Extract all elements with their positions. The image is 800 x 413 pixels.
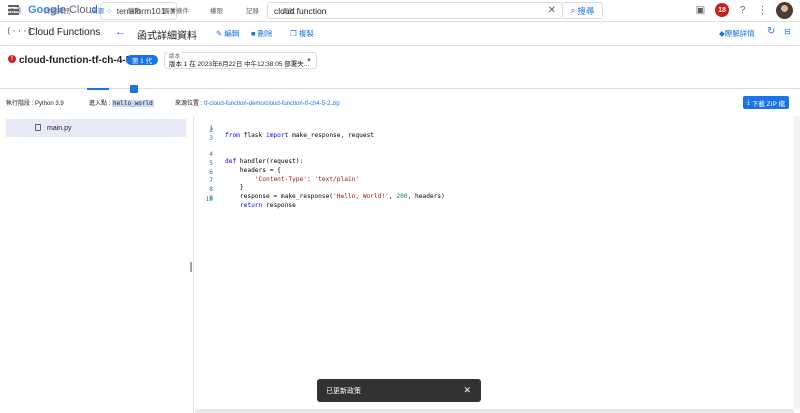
copy-label: 複製 [298,29,314,38]
list-item[interactable] [6,119,186,137]
tab-permissions[interactable]: 權限 [210,5,223,15]
runtime-value: Python 3.9 [35,101,64,107]
generation-badge: 第 1 代 [126,55,158,65]
edit-label: 編輯 [224,29,240,38]
edit-button[interactable]: ✎ 編輯 [216,28,239,39]
tab-variables[interactable]: 變數 [128,5,141,15]
file-name[interactable]: main.py [47,125,72,132]
notifications-badge[interactable]: 18 [715,3,729,17]
code-line: 6 'Content-Type': 'text/plain' [195,162,785,183]
learn-label: 瞭解詳情 [724,29,755,38]
line-number: 2 [209,126,213,134]
refresh-icon[interactable]: ↻ [767,26,775,37]
section-title[interactable]: Cloud Functions [28,27,100,38]
runtime-label: 執行階段 : [6,101,34,107]
project-name: terraform101 [116,6,166,16]
tab-source[interactable]: 來源 [91,5,104,15]
entry-label: 進入點 : [89,101,111,107]
help-icon[interactable]: ? [736,4,749,17]
project-icon: ⁘ [106,6,113,16]
entry-value: hello_world [112,100,154,107]
tab-logs[interactable]: 記錄 [246,5,259,15]
active-tab-indicator [87,88,109,90]
learn-more-button[interactable]: ◆瞭解詳情 [719,28,755,39]
close-icon[interactable]: ✕ [463,385,471,396]
cloud-shell-icon[interactable]: ▣ [694,4,707,17]
function-name: cloud-function-tf-ch-4-5-2 [19,55,141,66]
pin-icon[interactable]: ⊟ [784,27,791,36]
tab-testing[interactable]: 測試 [282,5,295,15]
trash-icon: ■ [251,29,256,38]
version-select[interactable]: 版本 版本 1 在 2023年6月22日 中午12:38:05 部署失... ▼ [164,52,317,69]
vertical-scrollbar[interactable] [794,116,800,409]
tab-metrics[interactable]: 指標 [8,5,21,15]
code-line: 1 from flask import make_response, reque… [195,118,785,139]
horizontal-scrollbar[interactable] [195,409,794,413]
code-editor[interactable]: 1 from flask import make_response, reque… [195,116,800,409]
file-icon [35,124,41,131]
download-icon: ⤓ [747,98,750,106]
line-number: 10 [205,196,213,204]
source-info: 來源位置 : tf-cloud-function-demo/cloud-func… [175,98,340,107]
translate-icon [130,85,138,93]
pencil-icon: ✎ [216,29,223,38]
code-line: 10 [195,196,785,205]
delete-button[interactable]: ■ 刪除 [251,28,273,39]
snackbar-message: 已更新政策 [326,387,361,395]
clear-icon[interactable]: ✕ [548,5,556,16]
error-icon: ! [8,55,16,63]
runtime-info: 執行階段 : Python 3.9 [6,98,64,107]
code-line: 5 headers = { [195,153,785,174]
copy-button[interactable]: ❐ 複製 [290,28,314,39]
back-arrow-icon[interactable]: ← [115,26,126,38]
tab-details[interactable]: 詳細資訊 [44,5,70,15]
entry-point-info: 進入點 : hello_world [89,98,154,107]
search-button-label: 搜尋 [577,5,595,16]
more-vert-icon[interactable]: ⋮ [756,4,769,17]
line-number: 3 [209,135,213,143]
version-value: 版本 1 在 2023年6月22日 中午12:38:05 部署失... [169,61,310,68]
resize-handle[interactable] [190,262,192,272]
code-line: 9 return response [195,188,785,209]
code-line: 4 def handler(request): [195,144,785,165]
source-link[interactable]: tf-cloud-function-demo/cloud-function-tf… [204,101,340,107]
search-button[interactable]: ⌕ 搜尋 [563,2,603,19]
copy-icon: ❐ [290,29,297,38]
file-explorer [0,116,194,413]
chevron-down-icon: ▼ [306,58,312,64]
search-input[interactable]: cloud function ✕ [267,2,563,19]
page-title: 函式詳細資料 [137,31,197,42]
search-icon: ⌕ [570,5,576,15]
source-label: 來源位置 : [175,101,203,107]
tab-bar [0,72,800,89]
avatar[interactable] [776,2,793,19]
code-line: 7 } [195,170,785,191]
code-line: 2 [195,127,785,136]
download-label: 下載 ZIP 檔 [751,100,785,108]
snackbar: 已更新政策 ✕ [317,379,481,402]
code-line: 8 response = make_response('Hello, World… [195,179,785,200]
delete-label: 刪除 [257,29,273,38]
code-line: 3 [195,135,785,144]
tab-triggers[interactable]: 觸發條件 [163,5,189,15]
download-zip-button[interactable]: ⤓ 下載 ZIP 檔 [743,96,789,109]
